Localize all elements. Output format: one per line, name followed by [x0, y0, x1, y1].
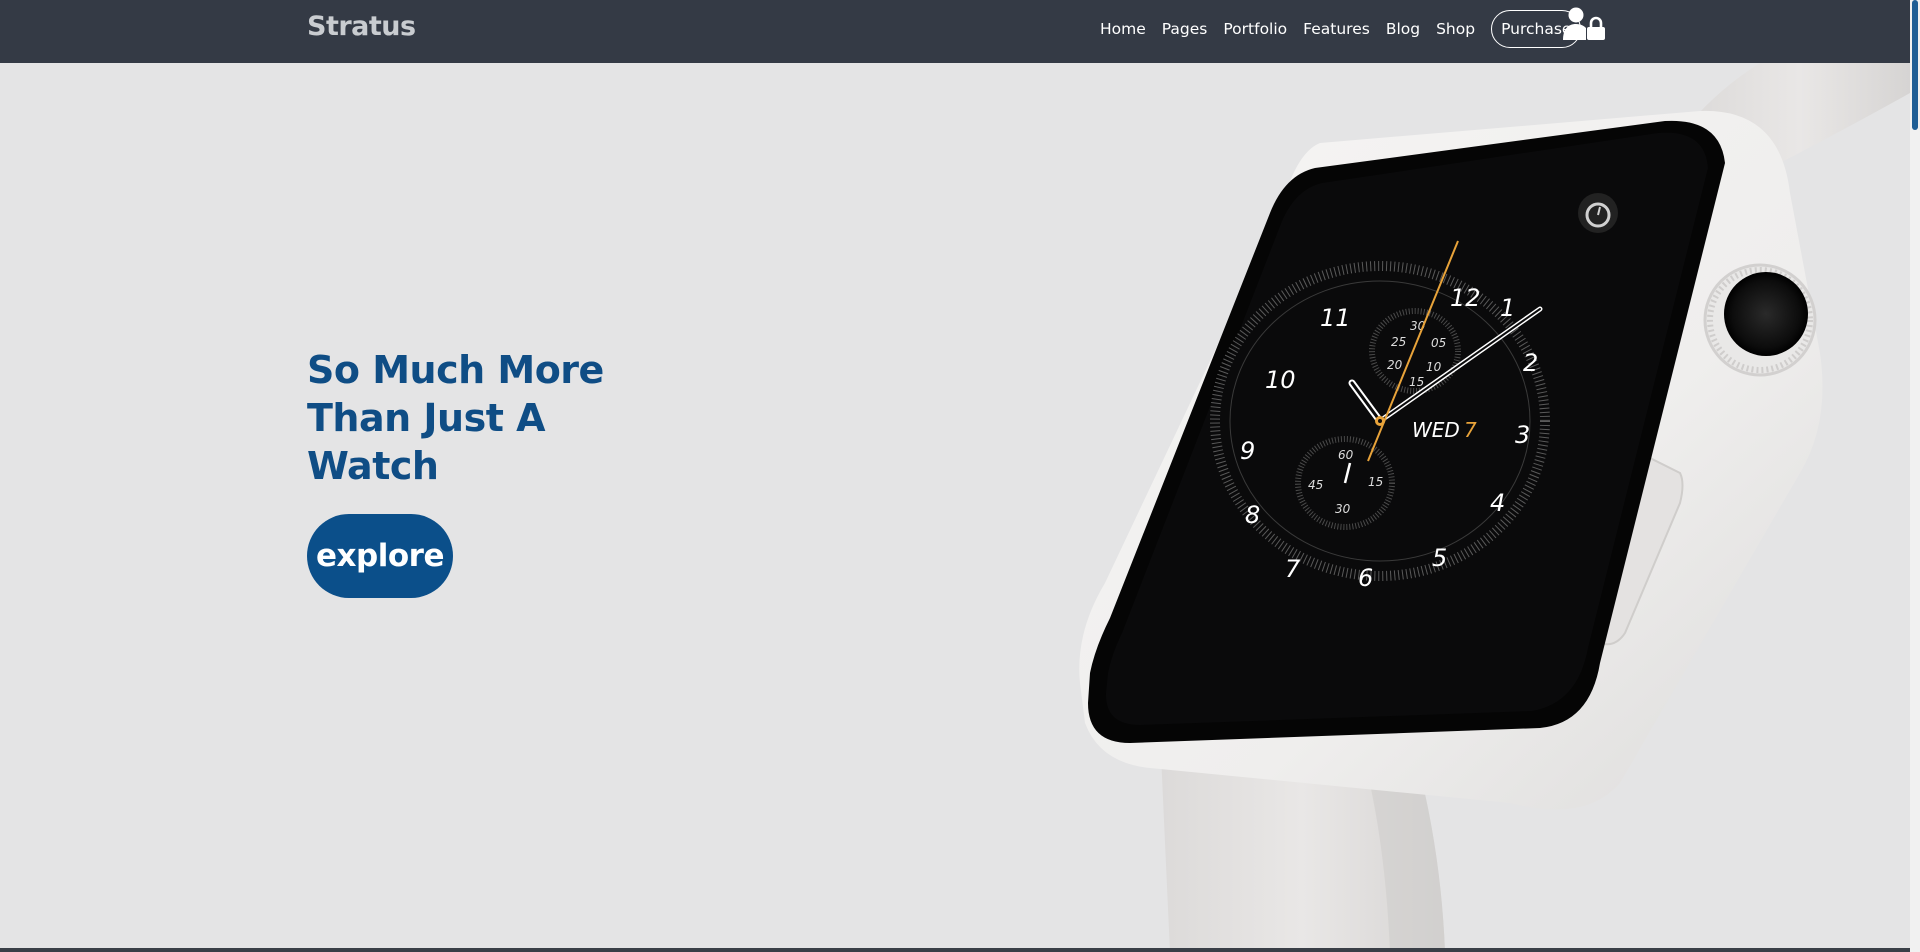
nav-menu: Home Pages Portfolio Features Blog Shop …	[1100, 0, 1582, 58]
svg-text:10: 10	[1426, 360, 1442, 374]
nav-item-portfolio[interactable]: Portfolio	[1223, 20, 1287, 38]
svg-text:20: 20	[1387, 358, 1403, 372]
nav-item-shop[interactable]: Shop	[1436, 20, 1475, 38]
smartwatch-image: 12 1 2 3 4 5 6 7 8 9 10 11 30 05 10 15 2…	[1079, 63, 1910, 952]
hour-12: 12	[1450, 284, 1481, 312]
navbar: Stratus Home Pages Portfolio Features Bl…	[0, 0, 1910, 63]
svg-text:15: 15	[1368, 475, 1383, 489]
nav-item-pages[interactable]: Pages	[1162, 20, 1208, 38]
brand-logo[interactable]: Stratus	[307, 11, 416, 42]
user-lock-icon[interactable]	[1563, 7, 1605, 41]
page: Stratus Home Pages Portfolio Features Bl…	[0, 0, 1920, 952]
page-bottom-edge	[0, 948, 1910, 952]
hour-7: 7	[1285, 555, 1301, 583]
hero-title: So Much More Than Just A Watch	[307, 348, 604, 488]
nav-item-features[interactable]: Features	[1303, 20, 1370, 38]
hour-8: 8	[1245, 501, 1260, 529]
explore-button[interactable]: explore	[307, 514, 453, 598]
hour-3: 3	[1515, 421, 1530, 449]
date-label: 7	[1464, 418, 1477, 442]
svg-text:25: 25	[1391, 335, 1406, 349]
svg-text:45: 45	[1308, 478, 1323, 492]
day-label: WED	[1412, 418, 1460, 442]
hour-5: 5	[1432, 544, 1447, 572]
hour-1: 1	[1500, 294, 1515, 322]
nav-item-home[interactable]: Home	[1100, 20, 1146, 38]
svg-text:60: 60	[1338, 448, 1354, 462]
hour-9: 9	[1240, 437, 1255, 465]
svg-text:15: 15	[1409, 375, 1424, 389]
hour-11: 11	[1320, 304, 1351, 332]
scrollbar-thumb[interactable]	[1912, 0, 1918, 130]
svg-text:05: 05	[1431, 336, 1446, 350]
hour-10: 10	[1265, 366, 1296, 394]
nav-item-blog[interactable]: Blog	[1386, 20, 1420, 38]
scrollbar[interactable]	[1910, 0, 1920, 952]
hour-6: 6	[1358, 564, 1373, 592]
hour-2: 2	[1523, 349, 1538, 377]
hour-4: 4	[1490, 489, 1505, 517]
svg-text:30: 30	[1335, 502, 1351, 516]
